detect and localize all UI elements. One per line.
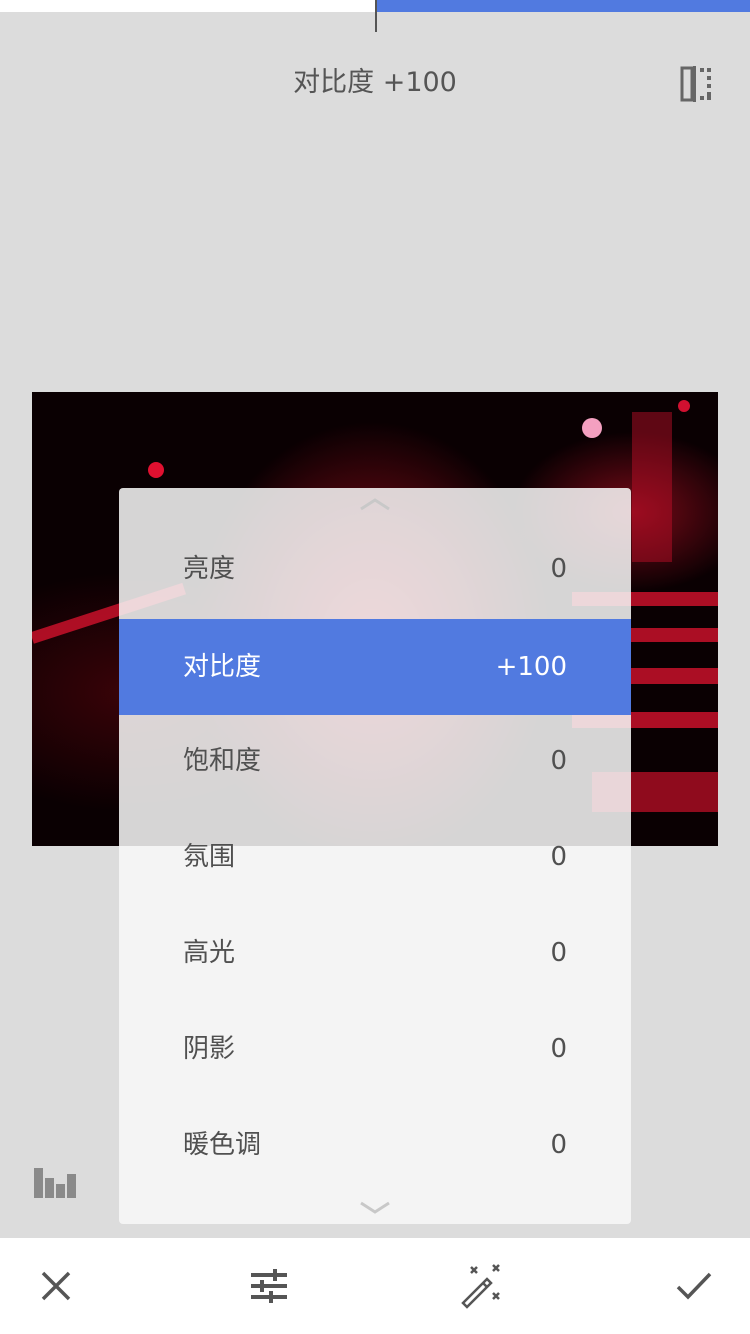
value-bar-fill xyxy=(376,0,750,12)
menu-item-shadows[interactable]: 阴影 0 xyxy=(119,1001,631,1097)
scroll-down-button[interactable] xyxy=(119,1196,631,1220)
menu-item-warmth[interactable]: 暖色调 0 xyxy=(119,1097,631,1193)
check-icon xyxy=(676,1272,712,1300)
menu-item-label: 亮度 xyxy=(183,554,236,584)
menu-item-label: 氛围 xyxy=(183,842,236,872)
cancel-button[interactable] xyxy=(28,1258,84,1314)
histogram-button[interactable] xyxy=(32,1162,80,1202)
bottom-toolbar xyxy=(0,1238,750,1334)
apply-button[interactable] xyxy=(666,1258,722,1314)
menu-item-value: 0 xyxy=(550,938,567,968)
menu-item-value: 0 xyxy=(550,554,567,584)
chevron-down-icon xyxy=(360,1201,390,1214)
magic-wand-icon xyxy=(461,1264,500,1309)
scroll-up-button[interactable] xyxy=(119,492,631,516)
menu-item-label: 阴影 xyxy=(183,1034,236,1064)
photo-red-stripe xyxy=(632,412,672,562)
photo-light-dot xyxy=(582,418,602,438)
compare-button[interactable] xyxy=(670,60,718,108)
tune-sliders-icon xyxy=(251,1269,287,1303)
menu-item-contrast[interactable]: 对比度 +100 xyxy=(119,619,631,715)
menu-item-label: 高光 xyxy=(183,938,236,968)
value-bar-track xyxy=(0,0,376,12)
menu-item-brightness[interactable]: 亮度 0 xyxy=(119,521,631,617)
value-bar-center-marker xyxy=(375,0,377,32)
adjust-tools-button[interactable] xyxy=(241,1258,297,1314)
compare-icon xyxy=(680,66,711,102)
menu-item-value: 0 xyxy=(550,1034,567,1064)
adjustment-value-bar xyxy=(0,0,750,32)
menu-item-label: 暖色调 xyxy=(183,1130,262,1160)
adjustment-menu[interactable]: 亮度 0 对比度 +100 饱和度 0 氛围 0 高光 0 阴影 0 暖色调 0 xyxy=(119,488,631,1224)
adjustment-title: 对比度 +100 xyxy=(293,67,457,98)
histogram-icon xyxy=(34,1168,76,1198)
menu-item-value: +100 xyxy=(495,652,567,682)
close-icon xyxy=(41,1271,71,1301)
chevron-up-icon xyxy=(360,498,390,511)
menu-item-value: 0 xyxy=(550,842,567,872)
photo-light-dot xyxy=(148,462,164,478)
menu-item-value: 0 xyxy=(550,746,567,776)
auto-adjust-button[interactable] xyxy=(452,1258,508,1314)
menu-item-label: 对比度 xyxy=(183,652,262,682)
menu-item-highlights[interactable]: 高光 0 xyxy=(119,905,631,1001)
menu-item-saturation[interactable]: 饱和度 0 xyxy=(119,713,631,809)
menu-item-value: 0 xyxy=(550,1130,567,1160)
menu-item-label: 饱和度 xyxy=(183,746,262,776)
menu-item-ambiance[interactable]: 氛围 0 xyxy=(119,809,631,905)
photo-light-dot xyxy=(678,400,690,412)
